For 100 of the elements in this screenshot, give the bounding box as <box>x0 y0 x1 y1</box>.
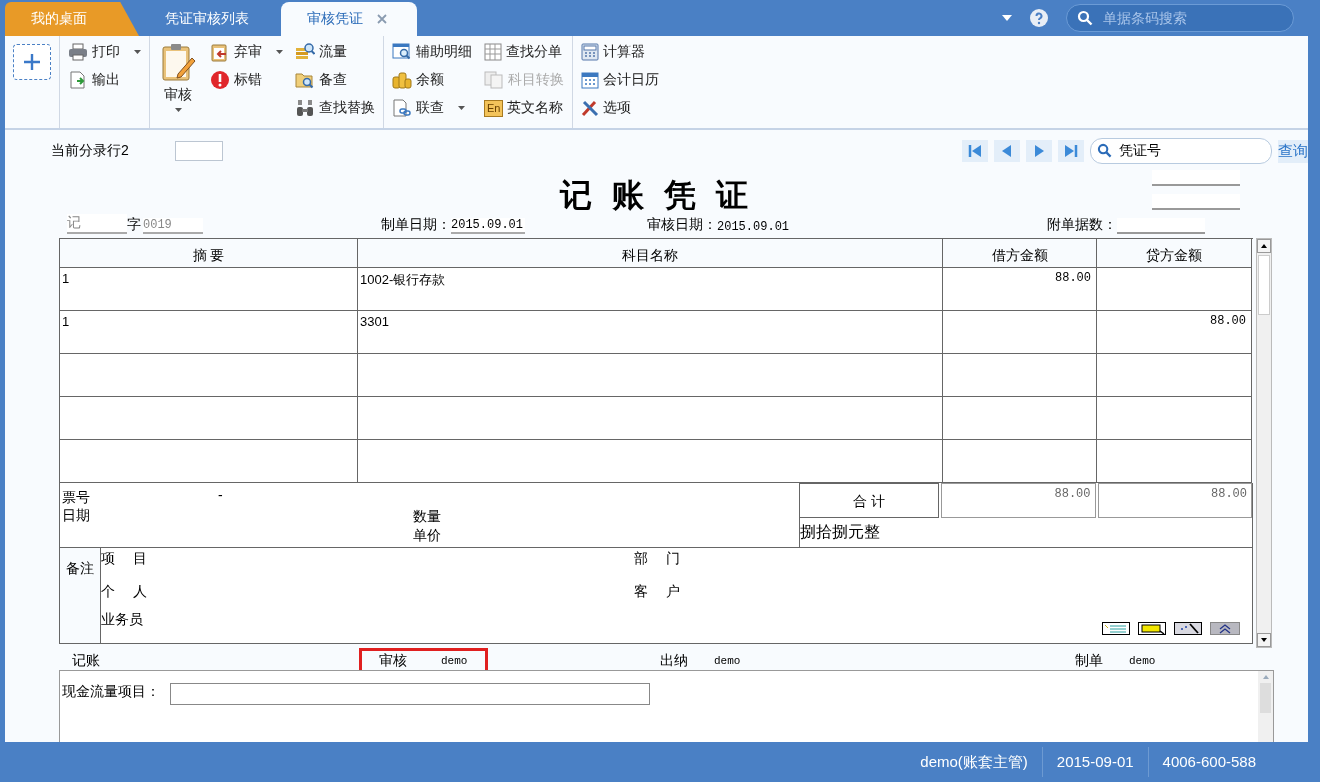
remark-field-label: 项 目 <box>101 550 147 568</box>
made-date-field[interactable]: 2015.09.01 <box>451 218 525 234</box>
caret-icon <box>134 50 141 54</box>
table-cell[interactable] <box>943 311 1097 354</box>
voucher-title: 记 账 凭 证 <box>559 176 754 214</box>
current-row-field[interactable] <box>174 141 223 161</box>
coins-icon <box>392 71 412 89</box>
table-cell[interactable]: 3301 <box>358 311 943 354</box>
tab[interactable]: 审核凭证 <box>281 2 417 36</box>
toolbar-button[interactable]: 备查 <box>293 68 377 92</box>
type-suffix-label: 字 <box>127 216 141 234</box>
toolbar-button[interactable]: 查找替换 <box>293 96 377 120</box>
collapse-up-icon[interactable] <box>1210 622 1240 635</box>
clipboard-pencil-icon <box>160 42 196 82</box>
toolbar-button[interactable]: 流量 <box>293 40 377 64</box>
voucher-number-field[interactable]: 0019 <box>143 218 203 234</box>
caret-icon <box>458 106 465 110</box>
table-cell[interactable] <box>358 440 943 483</box>
caret-icon <box>174 108 182 112</box>
toolbar-button[interactable]: 打印 <box>66 40 143 64</box>
scroll-down-icon[interactable] <box>1257 633 1271 647</box>
toolbar-button[interactable]: 标错 <box>208 68 285 92</box>
voucher-type-field[interactable]: 记 <box>67 214 127 234</box>
current-row-label: 当前分录行2 <box>51 142 129 160</box>
previous-record-icon[interactable] <box>994 140 1020 162</box>
cash-flow-field[interactable] <box>170 683 650 705</box>
card-icon[interactable] <box>1138 622 1166 635</box>
vertical-scrollbar[interactable] <box>1258 671 1273 742</box>
table-cell[interactable]: 1 <box>60 268 358 311</box>
toolbar-button[interactable]: 余额 <box>390 68 474 92</box>
table-cell[interactable]: 1 <box>60 311 358 354</box>
printer-icon <box>68 43 88 61</box>
linked-document-icon <box>392 99 412 117</box>
signature-label: 审核 <box>379 652 407 670</box>
remarks-label: 备注 <box>60 548 101 643</box>
first-record-icon[interactable] <box>962 140 988 162</box>
audit-button[interactable]: 审核 <box>156 40 200 114</box>
ticket-label: 票号 <box>62 489 90 507</box>
remark-field-label: 部 门 <box>634 550 680 568</box>
signature-name: demo <box>441 655 468 667</box>
export-icon <box>68 71 88 89</box>
audit-date-label: 审核日期： <box>647 216 717 234</box>
remark-field-label: 个 人 <box>101 583 147 601</box>
table-cell[interactable] <box>60 440 358 483</box>
table-icon <box>484 43 502 61</box>
remark-field-label: 客 户 <box>634 583 680 601</box>
scrollbar-thumb[interactable] <box>1258 255 1270 315</box>
close-icon[interactable] <box>377 14 387 24</box>
toolbar-button[interactable]: 选项 <box>579 96 661 120</box>
scroll-up-icon[interactable] <box>1257 239 1271 253</box>
caret-icon <box>276 50 283 54</box>
next-record-icon[interactable] <box>1026 140 1052 162</box>
plus-icon <box>21 51 43 73</box>
toolbar-button[interactable]: 计算器 <box>579 40 661 64</box>
remark-field-label: 业务员 <box>101 611 143 629</box>
table-cell[interactable] <box>1097 440 1252 483</box>
toolbar-button[interactable]: 查找分单 <box>482 40 566 64</box>
lines-icon[interactable] <box>1102 622 1130 635</box>
table-cell[interactable] <box>1097 354 1252 397</box>
document-search-icon <box>392 43 412 61</box>
dropdown-caret-icon[interactable] <box>1002 15 1012 21</box>
table-cell[interactable] <box>943 354 1097 397</box>
signature-label: 制单 <box>1075 652 1103 670</box>
binoculars-icon <box>295 98 315 118</box>
wand-icon[interactable] <box>1174 622 1202 635</box>
table-cell[interactable] <box>60 354 358 397</box>
toolbar-button[interactable]: 弃审 <box>208 40 285 64</box>
table-cell[interactable]: 88.00 <box>943 268 1097 311</box>
barcode-search-field[interactable]: 单据条码搜索 <box>1066 4 1294 32</box>
folder-search-icon <box>295 71 315 89</box>
voucher-search-field[interactable]: 凭证号 <box>1090 138 1272 164</box>
toolbar-button[interactable]: 会计日历 <box>579 68 661 92</box>
toolbar-button[interactable]: 辅助明细 <box>390 40 474 64</box>
tools-icon <box>581 99 599 117</box>
total-label: 合 计 <box>800 483 939 518</box>
cash-flow-label: 现金流量项目： <box>62 683 160 701</box>
toolbar-button[interactable]: En 英文名称 <box>482 96 566 120</box>
tab[interactable]: 凭证审核列表 <box>139 2 275 36</box>
table-cell[interactable]: 1002-银行存款 <box>358 268 943 311</box>
table-cell[interactable] <box>358 354 943 397</box>
table-cell[interactable] <box>358 397 943 440</box>
signature-name: demo <box>714 655 741 667</box>
table-cell[interactable] <box>943 397 1097 440</box>
table-cell[interactable] <box>1097 397 1252 440</box>
attachments-field[interactable] <box>1117 218 1206 234</box>
toolbar-button[interactable]: 联查 <box>390 96 474 120</box>
query-link[interactable]: 查询 <box>1278 139 1308 163</box>
signature-name: demo <box>1129 655 1156 667</box>
status-item: 4006-600-588 <box>1147 747 1270 777</box>
help-icon[interactable] <box>1030 9 1048 27</box>
stack-search-icon <box>295 43 315 61</box>
vertical-scrollbar[interactable] <box>1256 238 1272 648</box>
table-cell[interactable]: 88.00 <box>1097 311 1252 354</box>
made-date-label: 制单日期： <box>381 216 451 234</box>
table-cell[interactable] <box>943 440 1097 483</box>
last-record-icon[interactable] <box>1058 140 1084 162</box>
toolbar-button[interactable]: 输出 <box>66 68 143 92</box>
table-cell[interactable] <box>60 397 358 440</box>
add-button[interactable] <box>13 44 51 80</box>
table-cell[interactable] <box>1097 268 1252 311</box>
